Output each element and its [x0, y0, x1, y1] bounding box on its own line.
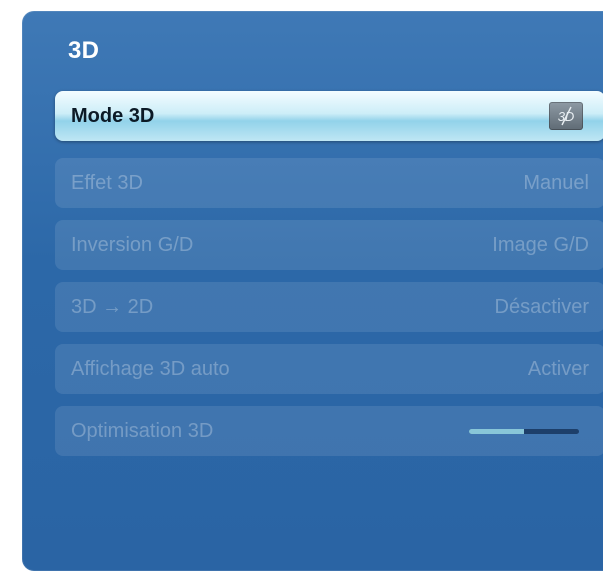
optimisation-slider-fill: [469, 429, 524, 434]
menu-item-inversion-gd[interactable]: Inversion G/D Image G/D: [55, 220, 603, 270]
3d-menu-panel: 3D Mode 3D 3D Effet 3D Manuel Inversion …: [22, 11, 603, 571]
3d-off-icon: 3D: [549, 102, 583, 130]
menu-item-label: Effet 3D: [71, 172, 143, 194]
menu-item-label: Mode 3D: [71, 105, 155, 127]
menu-item-label: 3D → 2D: [71, 296, 154, 318]
menu-item-value: Désactiver: [494, 296, 589, 318]
menu-item-effet-3d[interactable]: Effet 3D Manuel: [55, 158, 603, 208]
menu-item-mode-3d[interactable]: Mode 3D 3D: [55, 91, 603, 141]
menu-item-3d-to-2d[interactable]: 3D → 2D Désactiver: [55, 282, 603, 332]
menu-item-value: Manuel: [523, 172, 589, 194]
menu-title: 3D: [68, 37, 100, 64]
menu-item-label: Affichage 3D auto: [71, 358, 230, 380]
menu-item-label: Optimisation 3D: [71, 420, 214, 442]
menu-item-value: Image G/D: [492, 234, 589, 256]
menu-item-affichage-3d-auto[interactable]: Affichage 3D auto Activer: [55, 344, 603, 394]
menu-item-value: Activer: [527, 358, 589, 380]
optimisation-slider[interactable]: [469, 429, 579, 434]
menu-item-label: Inversion G/D: [71, 234, 194, 256]
menu-item-optimisation-3d[interactable]: Optimisation 3D: [55, 406, 603, 456]
